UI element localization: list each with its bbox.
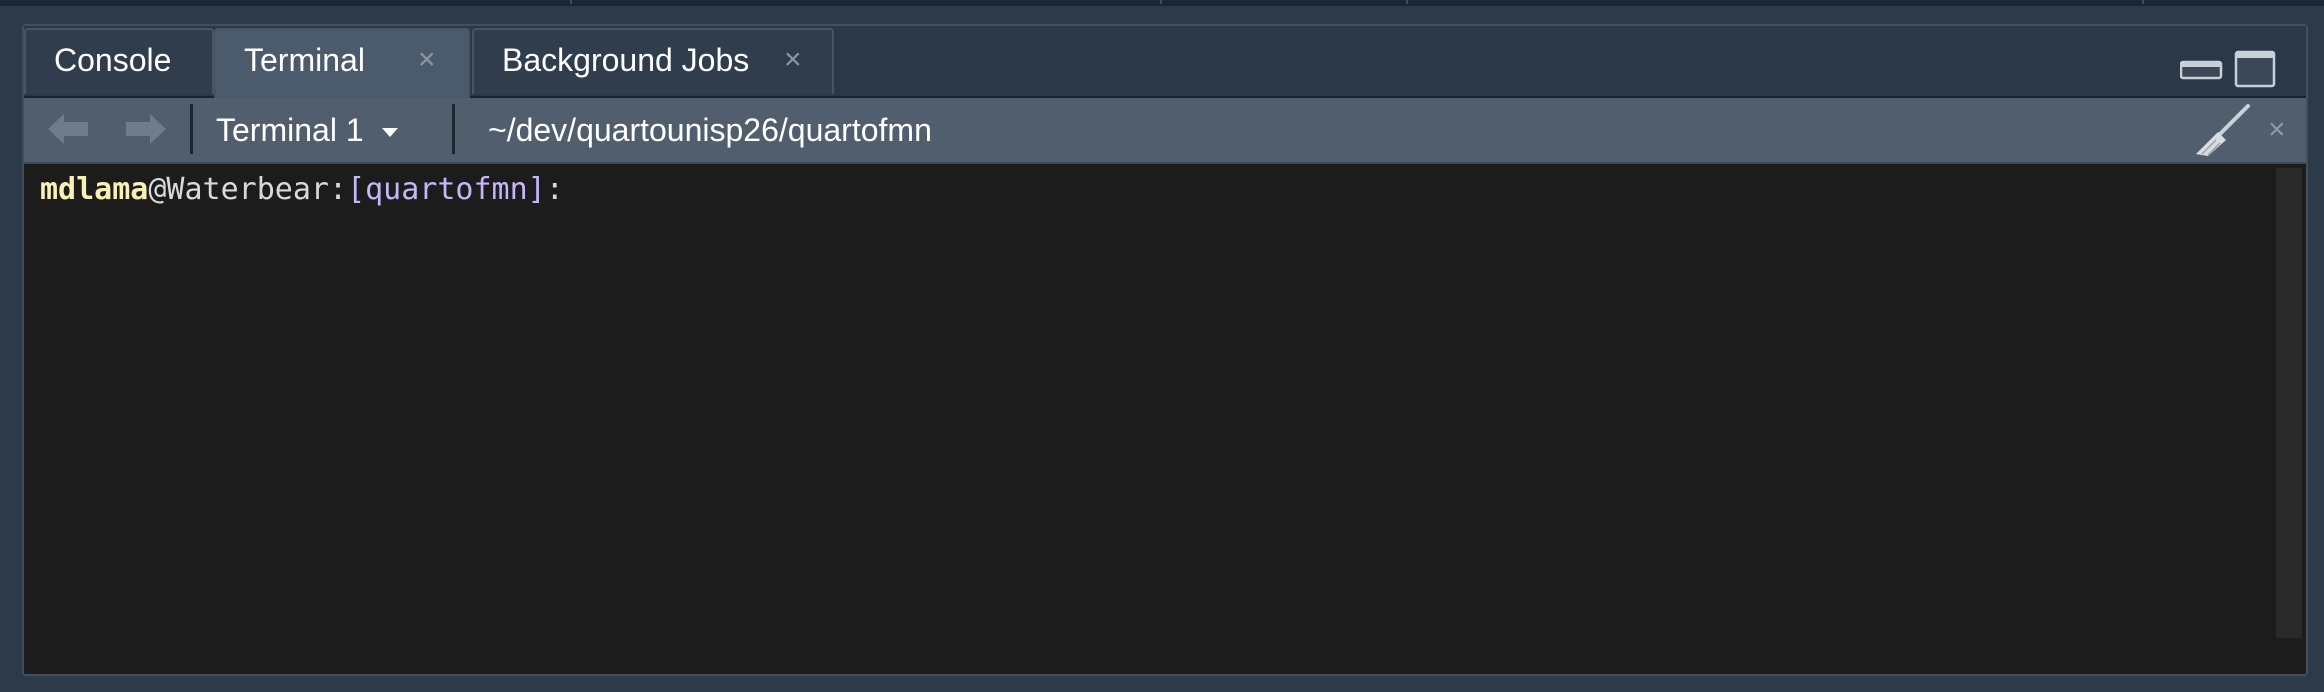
prompt-host: @Waterbear:	[148, 172, 348, 207]
broom-icon[interactable]	[2192, 102, 2252, 158]
terminal-selector-label: Terminal 1	[216, 112, 364, 148]
dropdown-caret-icon	[381, 128, 398, 138]
tab-label: Console	[54, 42, 172, 78]
terminal-pane: Console Terminal × Background Jobs × Ter…	[22, 24, 2308, 676]
divider-tick	[2142, 0, 2144, 4]
terminal-scrollbar[interactable]	[2274, 164, 2306, 674]
terminal-toolbar: Terminal 1 ~/dev/quartounisp26/quartofmn…	[24, 98, 2306, 164]
terminal-selector-dropdown[interactable]: Terminal 1	[216, 98, 398, 162]
close-icon[interactable]: ×	[2268, 98, 2286, 162]
toolbar-separator	[190, 104, 193, 154]
prompt-user: mdlama	[40, 172, 149, 207]
forward-arrow-icon[interactable]	[124, 112, 168, 146]
tab-console[interactable]: Console	[24, 28, 214, 94]
divider-tick	[1406, 0, 1408, 4]
divider-tick	[1160, 0, 1162, 4]
pane-tabbar: Console Terminal × Background Jobs ×	[24, 26, 2306, 100]
tab-label: Terminal	[244, 42, 365, 78]
maximize-icon[interactable]	[2234, 50, 2276, 88]
prompt-suffix: :	[545, 172, 564, 207]
toolbar-separator	[452, 104, 455, 154]
back-arrow-icon[interactable]	[46, 112, 90, 146]
tab-terminal[interactable]: Terminal ×	[214, 28, 470, 100]
prompt-directory: [quartofmn]	[347, 172, 546, 207]
app-frame: Console Terminal × Background Jobs × Ter…	[0, 0, 2324, 692]
minimize-icon[interactable]	[2180, 52, 2224, 82]
scrollbar-track[interactable]	[2276, 168, 2302, 638]
terminal-output[interactable]: mdlama@Waterbear:[quartofmn]:	[24, 164, 2274, 674]
tab-background-jobs[interactable]: Background Jobs ×	[472, 28, 834, 94]
close-icon[interactable]: ×	[418, 30, 436, 90]
working-directory-path: ~/dev/quartounisp26/quartofmn	[488, 112, 932, 148]
divider-tick	[570, 0, 572, 4]
close-icon[interactable]: ×	[784, 30, 802, 90]
top-divider-strip	[0, 0, 2324, 6]
tab-label: Background Jobs	[502, 42, 750, 78]
